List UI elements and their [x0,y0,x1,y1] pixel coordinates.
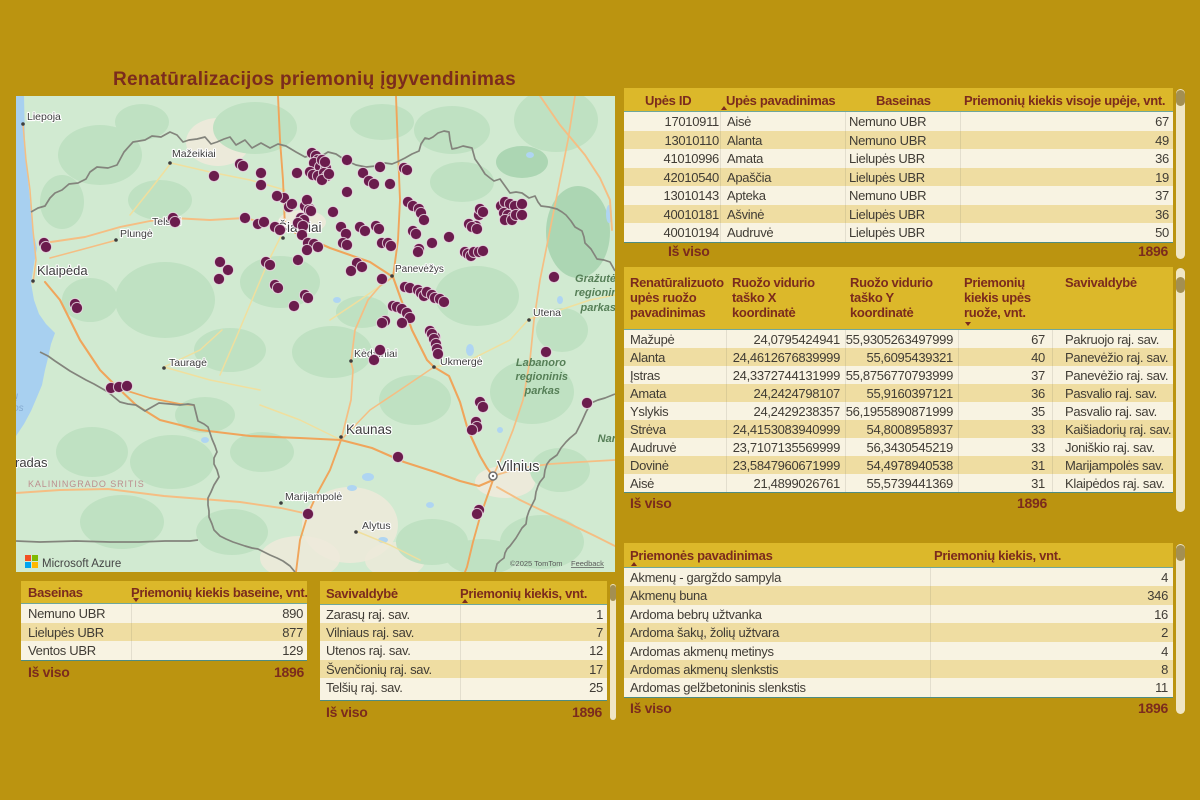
svg-text:Liepoja: Liepoja [27,111,61,123]
svg-text:Gražutė: Gražutė [575,273,615,285]
svg-text:Vilnius: Vilnius [497,459,539,475]
svg-text:Mažeikiai: Mažeikiai [172,148,216,160]
svg-text:Nar: Nar [598,433,615,445]
svg-text:©2025 TomTom: ©2025 TomTom [510,559,563,568]
svg-text:orios: orios [16,403,24,414]
svg-text:Labanoro: Labanoro [516,357,566,369]
svg-text:Feedback: Feedback [571,559,604,568]
svg-text:regioninis: regioninis [515,371,568,383]
svg-text:Panevėžys: Panevėžys [395,264,444,275]
svg-text:Utena: Utena [533,307,561,319]
svg-text:radas: radas [16,455,48,470]
svg-text:Marijampolė: Marijampolė [285,491,342,503]
svg-text:Plungė: Plungė [120,228,153,240]
svg-text:Ukmergė: Ukmergė [440,356,483,368]
svg-text:Tauragė: Tauragė [169,357,207,369]
svg-text:Microsoft Azure: Microsoft Azure [42,558,121,570]
svg-text:parkas: parkas [580,302,615,314]
svg-text:Kaunas: Kaunas [346,422,392,437]
svg-text:Klaipėda: Klaipėda [37,263,88,278]
svg-text:Alytus: Alytus [362,520,391,532]
svg-text:KALININGRADO SRITIS: KALININGRADO SRITIS [28,479,145,489]
svg-text:regionin: regionin [575,287,615,299]
svg-text:parkas: parkas [524,385,560,397]
